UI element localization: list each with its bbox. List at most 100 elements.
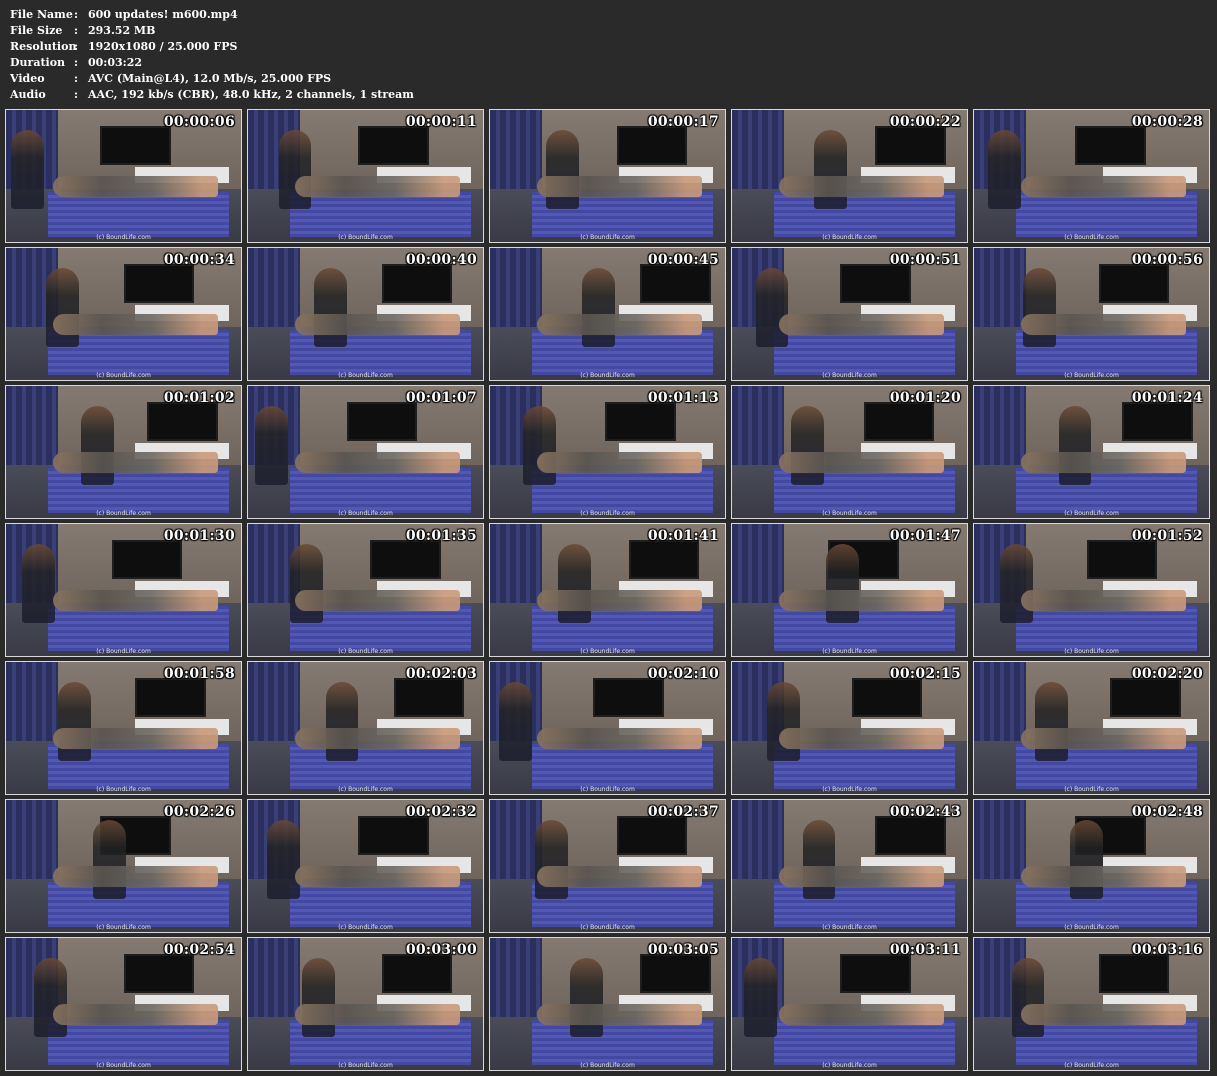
- thumbnail-timestamp: 00:02:32: [405, 804, 477, 820]
- thumbnail-timestamp: 00:00:22: [889, 114, 961, 130]
- info-separator: :: [74, 24, 79, 37]
- file-info-panel: File Name : 600 updates! m600.mp4 File S…: [0, 0, 1217, 103]
- info-separator: :: [74, 8, 79, 21]
- thumbnail-timestamp: 00:01:13: [647, 390, 719, 406]
- thumbnail-watermark: (c) BoundLife.com: [96, 234, 151, 241]
- thumbnail-timestamp: 00:02:37: [647, 804, 719, 820]
- thumbnail-watermark: (c) BoundLife.com: [822, 234, 877, 241]
- thumbnail-watermark: (c) BoundLife.com: [822, 786, 877, 793]
- thumbnail-timestamp: 00:01:47: [889, 528, 961, 544]
- video-thumbnail: 00:01:58 (c) BoundLife.com: [5, 661, 242, 795]
- thumbnail-timestamp: 00:02:48: [1131, 804, 1203, 820]
- video-thumbnail: 00:00:40 (c) BoundLife.com: [247, 247, 484, 381]
- thumbnail-watermark: (c) BoundLife.com: [580, 786, 635, 793]
- thumbnail-watermark: (c) BoundLife.com: [1064, 372, 1119, 379]
- thumbnail-timestamp: 00:01:24: [1131, 390, 1203, 406]
- thumbnail-watermark: (c) BoundLife.com: [580, 510, 635, 517]
- video-thumbnail: 00:02:37 (c) BoundLife.com: [489, 799, 726, 933]
- video-thumbnail: 00:01:30 (c) BoundLife.com: [5, 523, 242, 657]
- thumbnail-watermark: (c) BoundLife.com: [338, 510, 393, 517]
- video-thumbnail: 00:01:02 (c) BoundLife.com: [5, 385, 242, 519]
- info-separator: :: [74, 40, 79, 53]
- video-thumbnail: 00:00:34 (c) BoundLife.com: [5, 247, 242, 381]
- info-row-duration: Duration : 00:03:22: [10, 55, 1217, 71]
- info-row-audio: Audio : AAC, 192 kb/s (CBR), 48.0 kHz, 2…: [10, 87, 1217, 103]
- info-row-video: Video : AVC (Main@L4), 12.0 Mb/s, 25.000…: [10, 71, 1217, 87]
- thumbnail-timestamp: 00:01:41: [647, 528, 719, 544]
- info-value: AAC, 192 kb/s (CBR), 48.0 kHz, 2 channel…: [88, 88, 414, 101]
- video-thumbnail: 00:01:13 (c) BoundLife.com: [489, 385, 726, 519]
- thumbnail-timestamp: 00:00:51: [889, 252, 961, 268]
- thumbnail-watermark: (c) BoundLife.com: [96, 372, 151, 379]
- thumbnail-timestamp: 00:02:26: [163, 804, 235, 820]
- thumbnail-watermark: (c) BoundLife.com: [96, 510, 151, 517]
- info-row-resolution: Resolution : 1920x1080 / 25.000 FPS: [10, 39, 1217, 55]
- thumbnail-timestamp: 00:01:30: [163, 528, 235, 544]
- video-thumbnail: 00:02:26 (c) BoundLife.com: [5, 799, 242, 933]
- thumbnail-watermark: (c) BoundLife.com: [822, 648, 877, 655]
- video-thumbnail: 00:00:45 (c) BoundLife.com: [489, 247, 726, 381]
- thumbnail-timestamp: 00:00:40: [405, 252, 477, 268]
- info-row-file-size: File Size : 293.52 MB: [10, 23, 1217, 39]
- video-thumbnail: 00:02:54 (c) BoundLife.com: [5, 937, 242, 1071]
- thumbnail-watermark: (c) BoundLife.com: [822, 1062, 877, 1069]
- thumbnail-timestamp: 00:02:03: [405, 666, 477, 682]
- thumbnail-timestamp: 00:01:58: [163, 666, 235, 682]
- video-thumbnail: 00:03:05 (c) BoundLife.com: [489, 937, 726, 1071]
- video-thumbnail: 00:00:06 (c) BoundLife.com: [5, 109, 242, 243]
- info-label: File Name: [10, 8, 73, 21]
- thumbnail-timestamp: 00:01:35: [405, 528, 477, 544]
- video-thumbnail: 00:00:17 (c) BoundLife.com: [489, 109, 726, 243]
- video-thumbnail: 00:02:10 (c) BoundLife.com: [489, 661, 726, 795]
- video-thumbnail: 00:03:16 (c) BoundLife.com: [973, 937, 1210, 1071]
- thumbnail-grid: 00:00:06 (c) BoundLife.com 00:00:11 (c) Bou…: [5, 109, 1210, 1071]
- thumbnail-timestamp: 00:01:02: [163, 390, 235, 406]
- thumbnail-watermark: (c) BoundLife.com: [1064, 234, 1119, 241]
- thumbnail-watermark: (c) BoundLife.com: [580, 234, 635, 241]
- info-row-file-name: File Name : 600 updates! m600.mp4: [10, 7, 1217, 23]
- video-thumbnail: 00:01:35 (c) BoundLife.com: [247, 523, 484, 657]
- thumbnail-timestamp: 00:02:43: [889, 804, 961, 820]
- thumbnail-watermark: (c) BoundLife.com: [1064, 924, 1119, 931]
- thumbnail-timestamp: 00:03:11: [889, 942, 961, 958]
- thumbnail-timestamp: 00:00:06: [163, 114, 235, 130]
- video-thumbnail: 00:02:20 (c) BoundLife.com: [973, 661, 1210, 795]
- thumbnail-watermark: (c) BoundLife.com: [96, 1062, 151, 1069]
- info-separator: :: [74, 72, 79, 85]
- info-label: File Size: [10, 24, 63, 37]
- thumbnail-watermark: (c) BoundLife.com: [1064, 786, 1119, 793]
- info-value: 00:03:22: [88, 56, 143, 69]
- info-label: Video: [10, 72, 45, 85]
- thumbnail-watermark: (c) BoundLife.com: [338, 372, 393, 379]
- thumbnail-timestamp: 00:03:00: [405, 942, 477, 958]
- thumbnail-timestamp: 00:00:34: [163, 252, 235, 268]
- thumbnail-timestamp: 00:03:05: [647, 942, 719, 958]
- info-value: AVC (Main@L4), 12.0 Mb/s, 25.000 FPS: [88, 72, 332, 85]
- thumbnail-watermark: (c) BoundLife.com: [338, 648, 393, 655]
- thumbnail-timestamp: 00:02:54: [163, 942, 235, 958]
- thumbnail-watermark: (c) BoundLife.com: [822, 510, 877, 517]
- thumbnail-watermark: (c) BoundLife.com: [580, 648, 635, 655]
- thumbnail-timestamp: 00:02:20: [1131, 666, 1203, 682]
- info-separator: :: [74, 56, 79, 69]
- thumbnail-watermark: (c) BoundLife.com: [822, 924, 877, 931]
- thumbnail-watermark: (c) BoundLife.com: [96, 648, 151, 655]
- video-thumbnail: 00:02:32 (c) BoundLife.com: [247, 799, 484, 933]
- info-value: 293.52 MB: [88, 24, 156, 37]
- thumbnail-watermark: (c) BoundLife.com: [1064, 510, 1119, 517]
- info-separator: :: [74, 88, 79, 101]
- video-thumbnail: 00:03:00 (c) BoundLife.com: [247, 937, 484, 1071]
- thumbnail-watermark: (c) BoundLife.com: [338, 786, 393, 793]
- video-thumbnail: 00:03:11 (c) BoundLife.com: [731, 937, 968, 1071]
- info-label: Audio: [10, 88, 46, 101]
- video-thumbnail: 00:01:20 (c) BoundLife.com: [731, 385, 968, 519]
- thumbnail-watermark: (c) BoundLife.com: [580, 924, 635, 931]
- thumbnail-timestamp: 00:00:17: [647, 114, 719, 130]
- video-thumbnail: 00:00:28 (c) BoundLife.com: [973, 109, 1210, 243]
- thumbnail-watermark: (c) BoundLife.com: [580, 372, 635, 379]
- thumbnail-timestamp: 00:03:16: [1131, 942, 1203, 958]
- thumbnail-watermark: (c) BoundLife.com: [580, 1062, 635, 1069]
- video-thumbnail: 00:01:52 (c) BoundLife.com: [973, 523, 1210, 657]
- video-thumbnail: 00:00:22 (c) BoundLife.com: [731, 109, 968, 243]
- video-thumbnail: 00:00:11 (c) BoundLife.com: [247, 109, 484, 243]
